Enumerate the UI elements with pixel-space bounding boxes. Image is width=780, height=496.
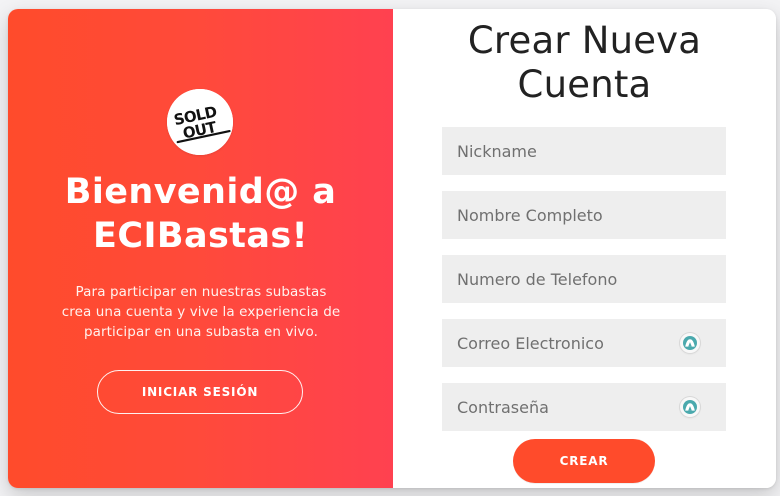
email-field[interactable] bbox=[442, 319, 726, 367]
login-button[interactable]: INICIAR SESIÓN bbox=[97, 370, 303, 414]
create-account-button[interactable]: CREAR bbox=[513, 439, 655, 483]
welcome-description-line: crea una cuenta y vive la experiencia de bbox=[61, 304, 341, 320]
nickname-field[interactable] bbox=[442, 127, 726, 175]
form-title-line: Cuenta bbox=[517, 63, 652, 106]
form-title-line: Crear Nueva bbox=[467, 19, 702, 62]
nickname-input[interactable] bbox=[442, 127, 726, 175]
welcome-title-line: Bienvenid@ a bbox=[64, 172, 337, 212]
welcome-panel: SOLD OUT Bienvenid@ a ECIBastas! Para pa… bbox=[8, 9, 393, 488]
welcome-description-line: Para participar en nuestras subastas bbox=[75, 284, 327, 300]
welcome-title: Bienvenid@ a ECIBastas! bbox=[8, 170, 393, 258]
welcome-description-line: participar en una subasta en vivo. bbox=[83, 324, 319, 340]
full-name-field[interactable] bbox=[442, 191, 726, 239]
phone-input[interactable] bbox=[442, 255, 726, 303]
password-field[interactable] bbox=[442, 383, 726, 431]
signup-card: SOLD OUT Bienvenid@ a ECIBastas! Para pa… bbox=[8, 9, 776, 488]
password-manager-icon[interactable] bbox=[680, 333, 700, 353]
sold-out-logo: SOLD OUT bbox=[167, 89, 233, 155]
password-manager-icon[interactable] bbox=[680, 397, 700, 417]
welcome-title-line: ECIBastas! bbox=[93, 216, 308, 256]
welcome-description: Para participar en nuestras subastas cre… bbox=[51, 282, 351, 342]
create-account-panel: Crear Nueva Cuenta Nickname Nombre Compl… bbox=[393, 9, 776, 488]
form-title: Crear Nueva Cuenta bbox=[393, 19, 776, 107]
phone-field[interactable] bbox=[442, 255, 726, 303]
signup-page: SOLD OUT Bienvenid@ a ECIBastas! Para pa… bbox=[0, 0, 780, 496]
full-name-input[interactable] bbox=[442, 191, 726, 239]
